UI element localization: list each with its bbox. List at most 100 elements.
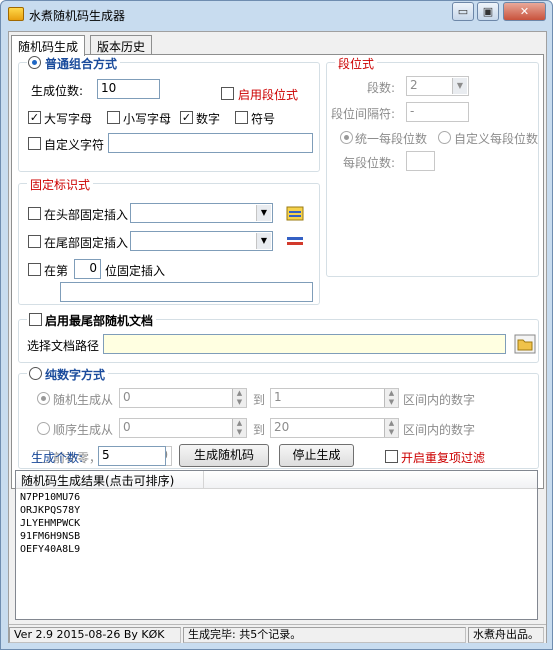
stop-button[interactable]: 停止生成 — [279, 444, 354, 467]
head-insert-checkbox[interactable] — [28, 207, 41, 220]
count-label: 生成个数: — [31, 451, 84, 465]
separator-input[interactable]: - — [406, 102, 469, 122]
separator-label: 段位间隔符: — [331, 107, 396, 121]
results-column-header[interactable]: 随机码生成结果(点击可排序) — [16, 471, 204, 489]
list-item[interactable]: ORJKPQS78Y — [20, 505, 80, 516]
custom-segment-label: 自定义每段位数 — [454, 132, 539, 146]
uniform-radio[interactable] — [340, 131, 353, 144]
lowercase-checkbox[interactable] — [107, 111, 120, 124]
random-range-suffix: 区间内的数字 — [403, 393, 476, 407]
seq-from-label: 顺序生成从 — [53, 423, 114, 437]
main-window: 水煮随机码生成器 ▭ ▣ ✕ 随机码生成 版本历史 普通组合方式 生成位数: 1… — [0, 0, 553, 650]
doc-path-input[interactable] — [103, 334, 506, 354]
head-insert-label: 在头部固定插入 — [44, 208, 129, 222]
symbols-checkbox[interactable] — [235, 111, 248, 124]
random-range-radio[interactable] — [37, 392, 50, 405]
uppercase-checkbox[interactable]: ✓ — [28, 111, 41, 124]
list-item[interactable]: 91FM6H9NSB — [20, 531, 80, 542]
tail-insert-select[interactable]: ▼ — [130, 231, 273, 251]
spin-buttons[interactable]: ▲ ▼ — [384, 419, 398, 437]
list-item[interactable]: N7PP10MU76 — [20, 492, 80, 503]
random-to-input[interactable]: 1 ▲ ▼ — [270, 388, 399, 408]
client-area: 随机码生成 版本历史 普通组合方式 生成位数: 10 启用段位式 ✓ 大写字母 … — [8, 31, 547, 643]
status-version: Ver 2.9 2015-08-26 By KØK — [9, 627, 181, 643]
chevron-down-icon: ▼ — [256, 205, 271, 221]
normal-group: 普通组合方式 生成位数: 10 启用段位式 ✓ 大写字母 小写字母 ✓ 数字 符… — [18, 55, 320, 172]
tab-generate[interactable]: 随机码生成 — [11, 35, 86, 56]
position-input[interactable]: 0 — [74, 259, 101, 279]
window-title: 水煮随机码生成器 — [29, 9, 126, 23]
status-message: 生成完毕: 共5个记录。 — [183, 627, 466, 643]
title-bar: 水煮随机码生成器 ▭ ▣ ✕ — [1, 1, 552, 27]
chevron-down-icon: ▼ — [452, 78, 467, 94]
maximize-button[interactable]: ▣ — [477, 2, 499, 21]
minimize-button[interactable]: ▭ — [452, 2, 474, 21]
position-suffix-label: 位固定插入 — [105, 264, 166, 278]
per-segment-input[interactable] — [406, 151, 435, 171]
per-segment-label: 每段位数: — [343, 156, 396, 170]
app-icon — [8, 7, 24, 21]
list-item[interactable]: OEFY40A8L9 — [20, 544, 80, 555]
doc-path-label: 选择文档路径 — [27, 339, 100, 353]
dedupe-checkbox[interactable] — [385, 450, 398, 463]
seq-to-input[interactable]: 20 ▲ ▼ — [270, 418, 399, 438]
numeric-group-title: 纯数字方式 — [45, 368, 106, 382]
segment-count-select[interactable]: 2 ▼ — [406, 76, 469, 96]
random-to-label: 到 — [253, 393, 266, 407]
digits-label: 数字 — [196, 112, 221, 126]
list-item[interactable]: JLYEHMPWCK — [20, 518, 80, 529]
head-insert-select[interactable]: ▼ — [130, 203, 273, 223]
position-insert-checkbox[interactable] — [28, 263, 41, 276]
count-input[interactable]: 5 — [98, 446, 166, 466]
folder-icon[interactable] — [514, 334, 536, 354]
status-bar: Ver 2.9 2015-08-26 By KØK 生成完毕: 共5个记录。 水… — [9, 624, 546, 643]
custom-chars-checkbox[interactable] — [28, 137, 41, 150]
status-brand: 水煮舟出品。 — [468, 627, 544, 643]
segment-count-label: 段数: — [367, 81, 396, 95]
spin-buttons[interactable]: ▲ ▼ — [384, 389, 398, 407]
uppercase-label: 大写字母 — [44, 112, 93, 126]
doc-group-title: 启用最尾部随机文档 — [45, 314, 154, 328]
segment-group-title: 段位式 — [335, 55, 378, 72]
normal-group-title: 普通组合方式 — [45, 57, 118, 71]
lowercase-label: 小写字母 — [123, 112, 172, 126]
results-header: 随机码生成结果(点击可排序) — [16, 471, 537, 489]
normal-mode-radio[interactable] — [28, 56, 41, 69]
position-prefix-label: 在第 — [44, 264, 69, 278]
results-list[interactable]: 随机码生成结果(点击可排序) N7PP10MU76 ORJKPQS78Y JLY… — [15, 470, 538, 620]
fixed-group-title: 固定标识式 — [27, 176, 94, 193]
seq-from-input[interactable]: 0 ▲ ▼ — [119, 418, 247, 438]
uniform-label: 统一每段位数 — [355, 132, 428, 146]
close-button[interactable]: ✕ — [503, 2, 546, 21]
custom-chars-input[interactable] — [108, 133, 313, 153]
segment-group: 段位式 段数: 2 ▼ 段位间隔符: - 统一每段位数 自定义每段位数 每段位数… — [326, 55, 539, 277]
enable-segment-label: 启用段位式 — [238, 88, 299, 102]
numeric-mode-radio[interactable] — [29, 367, 42, 380]
tail-insert-checkbox[interactable] — [28, 235, 41, 248]
seq-range-suffix: 区间内的数字 — [403, 423, 476, 437]
dedupe-label: 开启重复项过滤 — [401, 451, 486, 465]
generate-panel: 普通组合方式 生成位数: 10 启用段位式 ✓ 大写字母 小写字母 ✓ 数字 符… — [11, 54, 544, 489]
edit-list-icon[interactable] — [284, 204, 306, 224]
length-input[interactable]: 10 — [97, 79, 160, 99]
custom-chars-label: 自定义字符 — [44, 138, 105, 152]
custom-segment-radio[interactable] — [438, 131, 451, 144]
length-label: 生成位数: — [31, 84, 84, 98]
random-from-input[interactable]: 0 ▲ ▼ — [119, 388, 247, 408]
position-insert-text[interactable] — [60, 282, 313, 302]
sequential-radio[interactable] — [37, 422, 50, 435]
spin-buttons[interactable]: ▲ ▼ — [232, 389, 246, 407]
enable-segment-checkbox[interactable] — [221, 87, 234, 100]
seq-to-label: 到 — [253, 423, 266, 437]
digits-checkbox[interactable]: ✓ — [180, 111, 193, 124]
chevron-down-icon: ▼ — [256, 233, 271, 249]
edit-list-icon[interactable] — [284, 232, 306, 252]
spin-buttons[interactable]: ▲ ▼ — [232, 419, 246, 437]
doc-enable-checkbox[interactable] — [29, 313, 42, 326]
random-from-label: 随机生成从 — [53, 393, 114, 407]
tab-history[interactable]: 版本历史 — [90, 35, 153, 55]
doc-group: 启用最尾部随机文档 选择文档路径 — [18, 312, 539, 363]
tail-insert-label: 在尾部固定插入 — [44, 236, 129, 250]
symbols-label: 符号 — [251, 112, 276, 126]
generate-button[interactable]: 生成随机码 — [179, 444, 269, 467]
